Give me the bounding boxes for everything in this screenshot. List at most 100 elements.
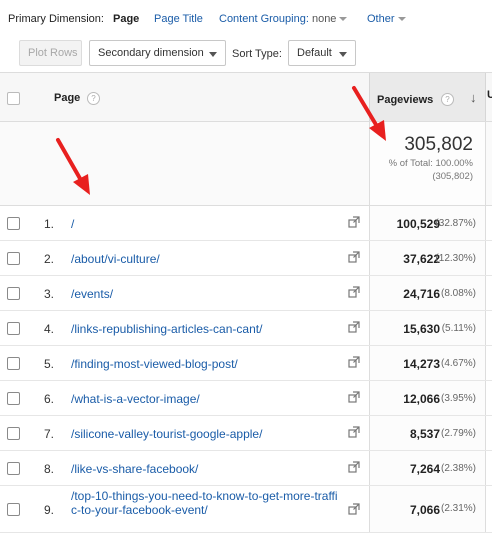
pageviews-value: 7,066 [409,503,440,517]
content-grouping-dropdown[interactable]: Content Grouping: none [219,13,348,25]
row-index: 3. [44,287,55,301]
table-header: Page ? Pageviews ? ↓ U [0,72,492,122]
page-link[interactable]: /about/vi-culture/ [71,252,160,266]
pageviews-total-cell: 305,802 % of Total: 100.00% (305,802) [369,122,486,205]
pageviews-value: 15,630 [403,322,440,336]
row-checkbox[interactable] [7,427,20,440]
column-header-next-truncated[interactable]: U [487,89,492,101]
sort-descending-icon[interactable]: ↓ [470,90,477,105]
primary-dimension-label: Primary Dimension: [8,13,104,25]
pageviews-cell: 37,622 (12.30%) [369,241,486,275]
table-row: 6. /what-is-a-vector-image/ 12,066 (3.95%… [0,381,492,416]
primary-dimension-bar: Primary Dimension: Page Page Title Conte… [0,0,492,38]
totals-row: 305,802 % of Total: 100.00% (305,802) [0,122,492,206]
pageviews-total-percent: % of Total: 100.00% (305,802) [389,157,473,183]
secondary-dimension-dropdown[interactable]: Secondary dimension [89,40,226,66]
chevron-down-icon [209,52,217,57]
row-index: 6. [44,392,55,406]
table-row: 9. /top-10-things-you-need-to-know-to-ge… [0,486,492,533]
row-checkbox[interactable] [7,252,20,265]
pageviews-value: 100,529 [396,217,440,231]
pageviews-cell: 7,264 (2.38%) [369,451,486,485]
table-row: 4. /links-republishing-articles-can-cant… [0,311,492,346]
row-index: 5. [44,357,55,371]
table-row: 7. /silicone-valley-tourist-google-apple… [0,416,492,451]
pageviews-percent: (5.11%) [441,323,476,334]
page-link[interactable]: /events/ [71,287,113,301]
pageviews-cell: 15,630 (5.11%) [369,311,486,345]
column-header-pageviews-label: Pageviews [377,94,434,106]
pageviews-percent: (2.31%) [440,503,476,514]
secondary-dimension-label: Secondary dimension [98,47,204,59]
open-external-icon[interactable] [348,461,360,473]
page-link[interactable]: / [71,217,74,231]
dimension-page-active: Page [113,13,140,25]
open-external-icon[interactable] [348,251,360,263]
pageviews-value: 24,716 [403,287,440,301]
sort-type-dropdown[interactable]: Default [288,40,356,66]
pageviews-value: 8,537 [409,427,440,441]
row-index: 9. [44,503,55,517]
pageviews-percent: (12.30%) [435,253,476,264]
other-dimension-dropdown[interactable]: Other [367,13,406,25]
open-external-icon[interactable] [348,286,360,298]
sort-type-value: Default [297,47,332,59]
page-link[interactable]: /top-10-things-you-need-to-know-to-get-m… [71,489,341,517]
page-link[interactable]: /what-is-a-vector-image/ [71,392,200,406]
column-header-pageviews[interactable]: Pageviews ? ↓ [369,73,486,121]
open-external-icon[interactable] [348,356,360,368]
row-checkbox[interactable] [7,322,20,335]
other-dimension-label: Other [367,13,395,25]
pageviews-value: 7,264 [409,462,440,476]
row-checkbox[interactable] [7,462,20,475]
select-all-checkbox[interactable] [7,92,20,105]
open-external-icon[interactable] [348,426,360,438]
pageviews-cell: 24,716 (8.08%) [369,276,486,310]
pageviews-cell: 7,066 (2.31%) [369,486,486,532]
plot-rows-button[interactable]: Plot Rows [19,40,82,66]
content-grouping-label: Content Grouping: [219,13,309,25]
page-link[interactable]: /links-republishing-articles-can-cant/ [71,322,262,336]
chevron-down-icon [339,17,348,22]
pageviews-total-pct-label: % of Total: 100.00% [388,158,473,169]
dimension-page-title-link[interactable]: Page Title [154,13,203,25]
pageviews-percent: (4.67%) [440,358,476,369]
help-icon[interactable]: ? [441,93,454,106]
row-checkbox[interactable] [7,357,20,370]
page-link[interactable]: /finding-most-viewed-blog-post/ [71,357,238,371]
row-index: 8. [44,462,55,476]
column-header-page[interactable]: Page [54,92,80,104]
pageviews-percent: (8.08%) [440,288,476,299]
pageviews-cell: 100,529 (32.87%) [369,206,486,240]
pageviews-percent: (3.95%) [440,393,476,404]
row-checkbox[interactable] [7,392,20,405]
page-link[interactable]: /silicone-valley-tourist-google-apple/ [71,427,262,441]
pageviews-cell: 14,273 (4.67%) [369,346,486,380]
open-external-icon[interactable] [348,321,360,333]
pageviews-cell: 8,537 (2.79%) [369,416,486,450]
chevron-down-icon [339,52,347,57]
row-index: 2. [44,252,55,266]
pageviews-cell: 12,066 (3.95%) [369,381,486,415]
table-row: 5. /finding-most-viewed-blog-post/ 14,27… [0,346,492,381]
sort-type-label: Sort Type: [232,48,282,60]
row-checkbox[interactable] [7,503,20,516]
pageviews-percent: (2.38%) [440,463,476,474]
table-row: 8. /like-vs-share-facebook/ 7,264 (2.38%) [0,451,492,486]
pageviews-value: 12,066 [403,392,440,406]
help-icon[interactable]: ? [87,92,100,105]
row-checkbox[interactable] [7,217,20,230]
row-checkbox[interactable] [7,287,20,300]
open-external-icon[interactable] [348,391,360,403]
table-row: 2. /about/vi-culture/ 37,622 (12.30%) [0,241,492,276]
page-link[interactable]: /like-vs-share-facebook/ [71,462,198,476]
open-external-icon[interactable] [348,216,360,228]
content-grouping-value: none [311,13,337,25]
pageviews-percent: (32.87%) [435,218,476,229]
open-external-icon[interactable] [348,503,360,515]
row-index: 1. [44,217,55,231]
table-row: 3. /events/ 24,716 (8.08%) [0,276,492,311]
pageviews-value: 14,273 [403,357,440,371]
row-index: 7. [44,427,55,441]
table-row: 1. / 100,529 (32.87%) [0,206,492,241]
